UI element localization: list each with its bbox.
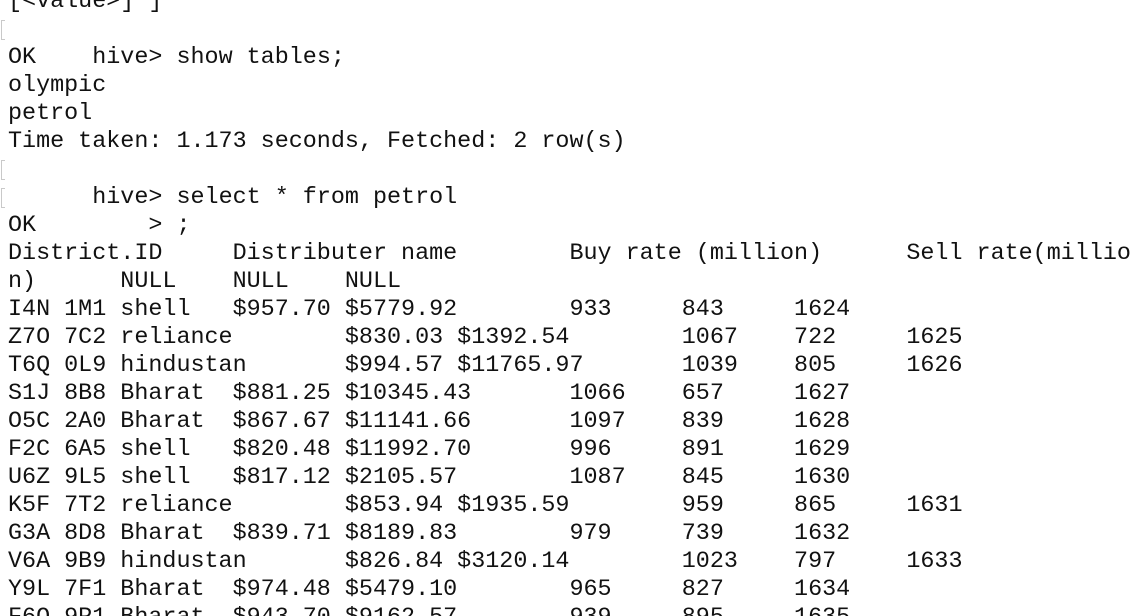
table-row: F6O 9P1 Bharat $943.70 $9162.57 939 895 … xyxy=(8,604,1130,616)
terminal-line: petrol xyxy=(8,101,93,127)
terminal-line: > ; xyxy=(1,184,1130,239)
table-row: F2C 6A5 shell $820.48 $11992.70 996 891 … xyxy=(8,437,851,463)
table-row: T6Q 0L9 hindustan $994.57 $11765.97 1039… xyxy=(8,353,963,379)
terminal-window[interactable]: [<value>]*] hive> show tables; OK olympi… xyxy=(0,0,1130,616)
terminal-line: hive> show tables; xyxy=(1,16,1130,71)
table-row: O5C 2A0 Bharat $867.67 $11141.66 1097 83… xyxy=(8,409,851,435)
terminal-line: OK xyxy=(8,45,37,71)
table-row: V6A 9B9 hindustan $826.84 $3120.14 1023 … xyxy=(8,549,963,575)
terminal-line: hive> select * from petrol xyxy=(1,156,1130,211)
table-row: I4N 1M1 shell $957.70 $5779.92 933 843 1… xyxy=(8,297,851,323)
prompt-marker-icon xyxy=(1,160,5,180)
table-row: K5F 7T2 reliance $853.94 $1935.59 959 86… xyxy=(8,493,963,519)
table-header-line: District.ID Distributer name Buy rate (m… xyxy=(8,241,1130,267)
terminal-line: Time taken: 1.173 seconds, Fetched: 2 ro… xyxy=(8,129,626,155)
terminal-output: [<value>]*] hive> show tables; OK olympi… xyxy=(1,0,1130,616)
table-header-wrap-line: n) NULL NULL NULL xyxy=(8,269,402,295)
table-row: Z7O 7C2 reliance $830.03 $1392.54 1067 7… xyxy=(8,325,963,351)
table-row: S1J 8B8 Bharat $881.25 $10345.43 1066 65… xyxy=(8,381,851,407)
table-row: U6Z 9L5 shell $817.12 $2105.57 1087 845 … xyxy=(8,465,851,491)
prompt-marker-icon xyxy=(1,188,5,208)
terminal-line: OK xyxy=(8,213,37,239)
terminal-line: [<value>]*] xyxy=(8,0,163,15)
terminal-line: olympic xyxy=(8,73,107,99)
table-row: G3A 8D8 Bharat $839.71 $8189.83 979 739 … xyxy=(8,521,851,547)
table-row: Y9L 7F1 Bharat $974.48 $5479.10 965 827 … xyxy=(8,577,851,603)
prompt-marker-icon xyxy=(1,20,5,40)
